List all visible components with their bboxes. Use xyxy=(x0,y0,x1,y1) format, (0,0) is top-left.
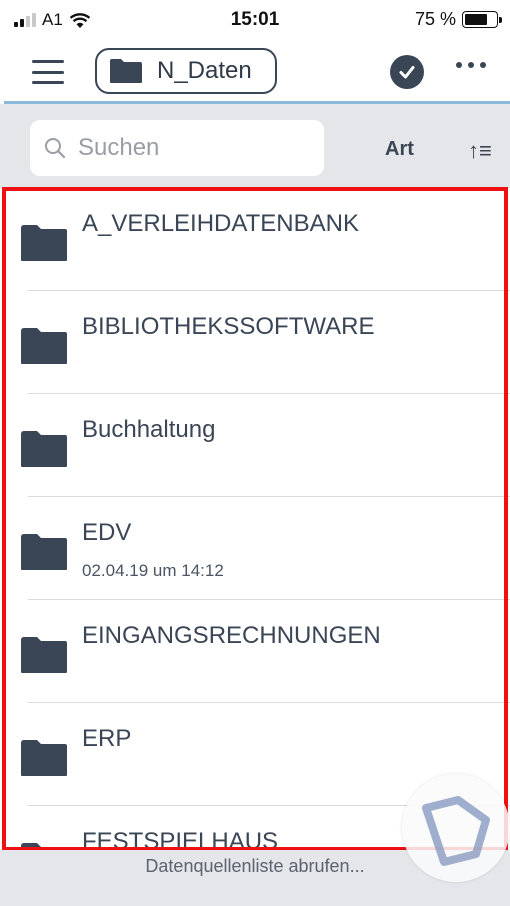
list-item[interactable]: Buchhaltung xyxy=(0,394,510,497)
more-dots-icon[interactable] xyxy=(456,62,486,68)
search-toolbar: Art ↑≡ xyxy=(0,104,510,188)
sort-order-button[interactable]: ↑≡ xyxy=(468,138,492,164)
battery-fill xyxy=(465,14,487,25)
folder-icon xyxy=(20,636,68,679)
folder-name: A_VERLEIHDATENBANK xyxy=(82,210,359,237)
hamburger-menu-icon[interactable] xyxy=(32,60,64,84)
battery-percentage: 75 % xyxy=(414,9,456,29)
folder-icon xyxy=(20,739,68,782)
status-bar: A1 15:01 75 % xyxy=(0,0,510,40)
checkmark-circle-icon[interactable] xyxy=(390,55,424,89)
folder-modified-date: 02.04.19 um 14:12 xyxy=(82,561,224,580)
folder-name: Buchhaltung xyxy=(82,416,216,443)
folder-icon xyxy=(20,430,68,473)
search-field[interactable] xyxy=(30,120,324,176)
folder-icon xyxy=(110,59,142,83)
list-item[interactable]: BIBLIOTHEKSSOFTWARE xyxy=(0,291,510,394)
search-icon xyxy=(45,138,66,159)
floating-action-button[interactable] xyxy=(402,774,510,882)
sort-type-button[interactable]: Art xyxy=(385,138,414,161)
folder-name: ERP xyxy=(82,725,132,752)
folder-list: A_VERLEIHDATENBANK BIBLIOTHEKSSOFTWARE Buc… xyxy=(0,188,510,850)
folder-icon xyxy=(20,327,68,370)
folder-name: FESTSPIELHAUS xyxy=(82,828,279,850)
folder-icon xyxy=(20,842,68,850)
list-item[interactable]: EINGANGSRECHNUNGEN xyxy=(0,600,510,703)
status-right: 75 % xyxy=(414,9,502,30)
folder-name: EDV xyxy=(82,519,132,546)
battery-icon xyxy=(462,11,502,28)
location-title: N_Daten xyxy=(157,57,252,84)
search-input[interactable] xyxy=(76,133,320,163)
location-button[interactable]: N_Daten xyxy=(95,48,277,94)
pentagon-icon xyxy=(422,796,490,866)
folder-icon xyxy=(20,224,68,267)
folder-icon xyxy=(20,533,68,576)
folder-name: BIBLIOTHEKSSOFTWARE xyxy=(82,313,375,340)
folder-name: EINGANGSRECHNUNGEN xyxy=(82,622,381,649)
list-item[interactable]: EDV 02.04.19 um 14:12 xyxy=(0,497,510,600)
list-item[interactable]: A_VERLEIHDATENBANK xyxy=(0,188,510,291)
navigation-bar: N_Daten xyxy=(0,40,510,102)
